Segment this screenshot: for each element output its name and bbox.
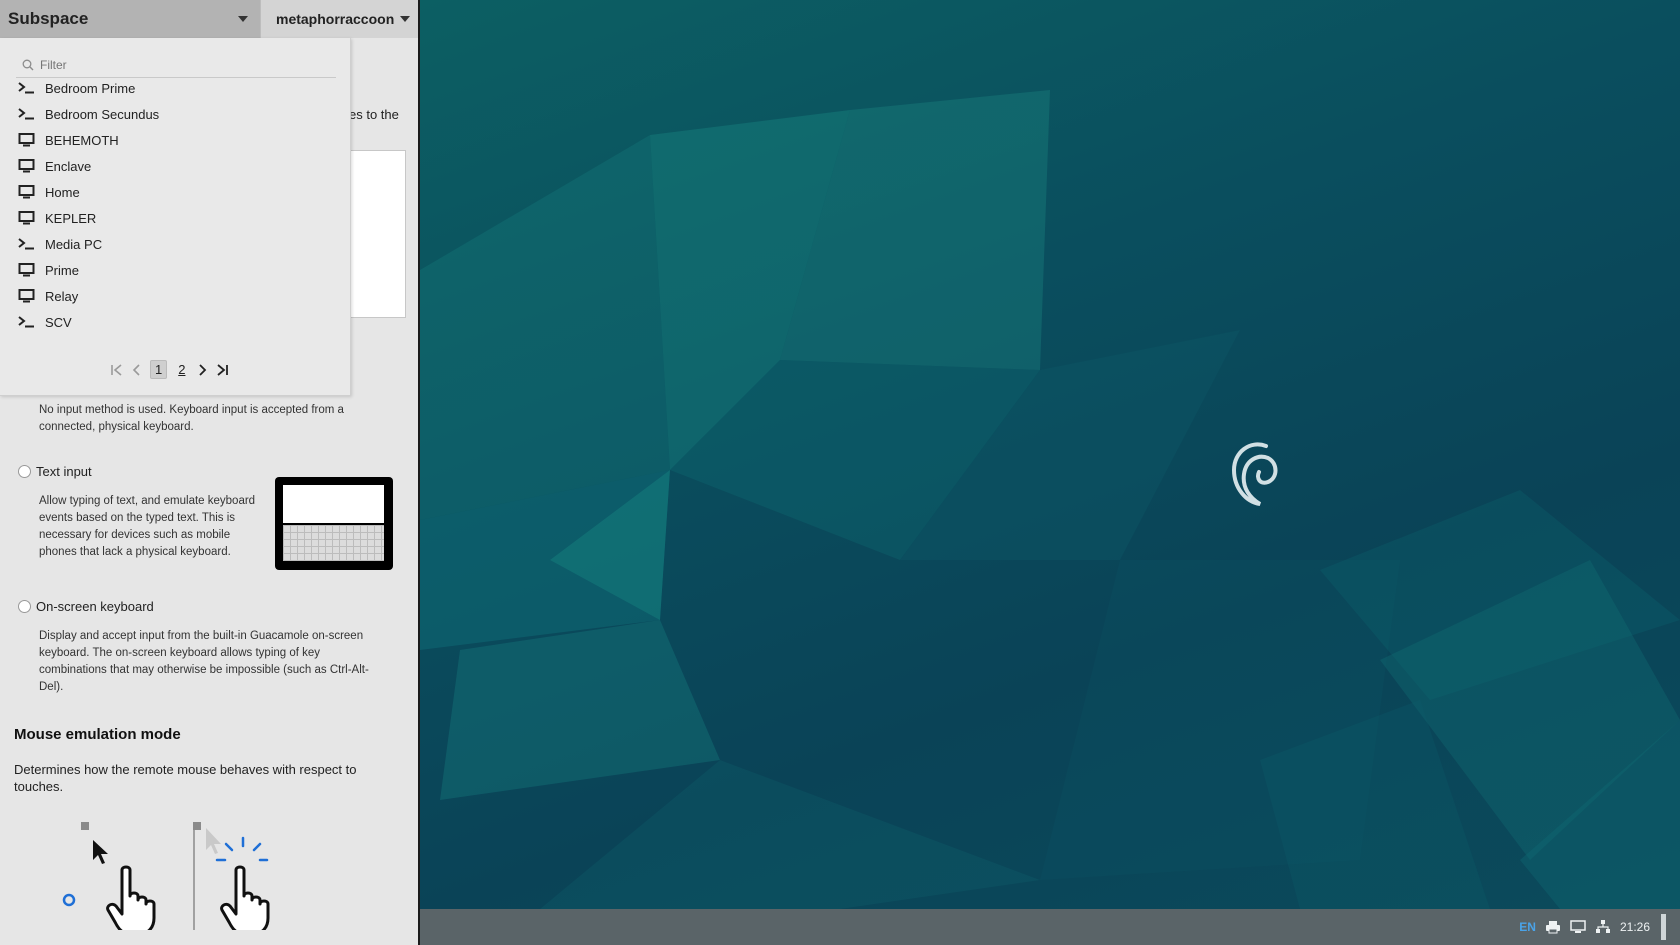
- filter-input[interactable]: [40, 57, 320, 72]
- last-page-icon[interactable]: [215, 363, 229, 376]
- terminal-icon: [18, 238, 34, 250]
- clock[interactable]: 21:26: [1620, 920, 1650, 934]
- connection-title: Subspace: [8, 9, 89, 28]
- show-desktop-button[interactable]: [1661, 914, 1666, 940]
- previous-page-icon[interactable]: [131, 363, 143, 376]
- connection-label: Prime: [45, 262, 79, 278]
- connection-label: Enclave: [45, 158, 92, 174]
- connection-label: BEHEMOTH: [45, 132, 119, 148]
- wallpaper: [420, 90, 1680, 909]
- connection-label: Relay: [45, 288, 79, 304]
- mouse-emulation-illustrations: [62, 822, 270, 930]
- monitor-icon: [18, 133, 35, 147]
- tablet-keyboard: [283, 525, 384, 561]
- username: metaphorraccoon: [276, 11, 395, 27]
- monitor-icon: [18, 211, 35, 225]
- pager: 1 2: [110, 360, 229, 379]
- first-page-icon[interactable]: [110, 363, 124, 376]
- guacamole-menu: Subspace metaphorraccoon es to the No in…: [0, 0, 420, 945]
- filter-field[interactable]: [16, 52, 336, 78]
- connection-dropdown: Bedroom Prime Bedroom Secundus BEHEMOTH Enc…: [0, 38, 351, 396]
- text-input-label[interactable]: Text input: [36, 464, 92, 479]
- connection-label: SCV: [45, 314, 72, 330]
- relative-mode-illustration[interactable]: [193, 822, 270, 930]
- osk-label[interactable]: On-screen keyboard: [36, 599, 154, 614]
- monitor-icon: [18, 289, 35, 303]
- taskbar: EN 21:26: [420, 909, 1680, 945]
- connection-item[interactable]: KEPLER: [18, 207, 338, 229]
- connection-item[interactable]: SCV: [18, 311, 338, 333]
- page-number-current[interactable]: 1: [150, 360, 168, 379]
- printer-icon[interactable]: [1545, 920, 1561, 934]
- monitor-icon: [18, 159, 35, 173]
- terminal-icon: [18, 108, 34, 120]
- connection-item[interactable]: Media PC: [18, 233, 338, 255]
- connection-label: Bedroom Secundus: [45, 106, 160, 122]
- network-icon[interactable]: [1595, 920, 1611, 934]
- connection-item[interactable]: BEHEMOTH: [18, 129, 338, 151]
- connection-item[interactable]: Prime: [18, 259, 338, 281]
- terminal-icon: [18, 82, 34, 94]
- text-input-illustration: [275, 477, 393, 570]
- connection-selector[interactable]: Subspace: [0, 0, 260, 38]
- monitor-icon: [18, 185, 35, 199]
- mouse-emulation-description: Determines how the remote mouse behaves …: [14, 762, 357, 794]
- text-input-description: Allow typing of text, and emulate keyboa…: [39, 495, 256, 558]
- osk-radio[interactable]: [18, 600, 31, 613]
- monitor-icon: [18, 263, 35, 277]
- connection-item[interactable]: Relay: [18, 285, 338, 307]
- search-icon: [22, 59, 34, 70]
- connection-item[interactable]: Bedroom Secundus: [18, 103, 338, 125]
- display-icon[interactable]: [1570, 920, 1586, 934]
- screen: EN 21:26 Subspace metaphorraccoon es to …: [0, 0, 1680, 945]
- remote-desktop[interactable]: [420, 0, 1680, 945]
- menu-header: Subspace metaphorraccoon: [0, 0, 418, 38]
- terminal-icon: [18, 316, 34, 328]
- connection-label: Home: [45, 184, 80, 200]
- keyboard-layout-indicator[interactable]: EN: [1519, 920, 1536, 934]
- connection-item[interactable]: Bedroom Prime: [18, 77, 338, 99]
- connection-label: KEPLER: [45, 210, 97, 226]
- connection-item[interactable]: Home: [18, 181, 338, 203]
- osk-description: Display and accept input from the built-…: [39, 630, 369, 693]
- tablet-screen: [283, 485, 384, 523]
- clipboard-description-fragment: es to the: [349, 107, 399, 122]
- next-page-icon[interactable]: [196, 363, 208, 376]
- text-input-radio[interactable]: [18, 465, 31, 478]
- connection-label: Media PC: [45, 236, 103, 252]
- input-none-description: No input method is used. Keyboard input …: [39, 404, 344, 433]
- connection-item[interactable]: Enclave: [18, 155, 338, 177]
- connection-label: Bedroom Prime: [45, 80, 136, 96]
- page-number-link[interactable]: 2: [174, 361, 189, 378]
- debian-logo: [1231, 442, 1278, 506]
- absolute-mode-illustration[interactable]: [62, 822, 156, 930]
- chevron-down-icon: [238, 16, 248, 22]
- mouse-emulation-title: Mouse emulation mode: [14, 726, 181, 743]
- system-tray: EN 21:26: [1519, 909, 1666, 945]
- user-menu[interactable]: metaphorraccoon: [260, 0, 418, 38]
- chevron-down-icon: [400, 16, 411, 22]
